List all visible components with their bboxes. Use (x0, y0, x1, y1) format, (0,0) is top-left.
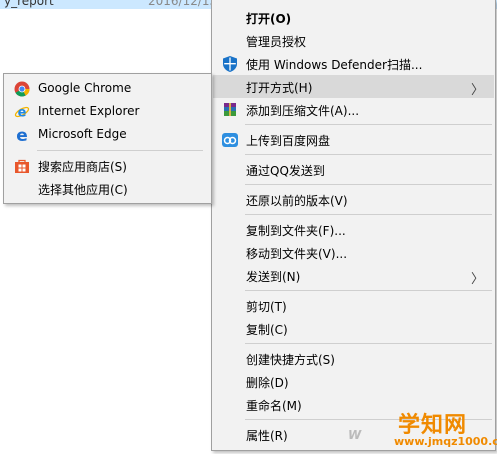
submenu-item-google-chrome[interactable]: Google Chrome (5, 77, 210, 100)
watermark-ghost-text: W (348, 428, 362, 442)
file-name: y_report (4, 0, 54, 8)
menu-item-label: 复制(C) (246, 323, 288, 337)
submenu-item-label: 选择其他应用(C) (38, 183, 128, 197)
submenu-separator (37, 150, 203, 151)
menu-item-label: 添加到压缩文件(A)... (246, 104, 360, 118)
context-menu: 打开(O) 管理员授权 使用 Windows Defender扫描... 打开方… (211, 0, 496, 451)
menu-item-open[interactable]: 打开(O) (213, 6, 494, 29)
submenu-item-label: 搜索应用商店(S) (38, 160, 127, 174)
winrar-archive-icon (221, 101, 239, 119)
menu-item-cut[interactable]: 剪切(T) (213, 294, 494, 317)
menu-item-upload-baidu[interactable]: 上传到百度网盘 (213, 128, 494, 151)
menu-item-label: 属性(R) (246, 429, 288, 443)
menu-item-send-to[interactable]: 发送到(N) 〉 (213, 264, 494, 287)
menu-item-admin-authorize[interactable]: 管理员授权 (213, 29, 494, 52)
submenu-item-choose-other-app[interactable]: 选择其他应用(C) (5, 177, 210, 200)
menu-item-create-shortcut[interactable]: 创建快捷方式(S) (213, 347, 494, 370)
chevron-right-icon: 〉 (470, 272, 484, 287)
menu-item-label: 打开(O) (246, 12, 292, 26)
menu-item-label: 打开方式(H) (246, 81, 313, 95)
open-with-submenu: Google Chrome e Internet Explorer e Micr… (3, 73, 212, 204)
menu-item-label: 发送到(N) (246, 270, 301, 284)
baidu-netdisk-icon (221, 131, 239, 149)
chevron-right-icon: 〉 (470, 83, 484, 98)
submenu-item-internet-explorer[interactable]: e Internet Explorer (5, 100, 210, 123)
menu-item-restore-previous[interactable]: 还原以前的版本(V) (213, 188, 494, 211)
menu-item-move-to-folder[interactable]: 移动到文件夹(V)... (213, 241, 494, 264)
menu-item-label: 上传到百度网盘 (246, 134, 331, 148)
menu-item-label: 复制到文件夹(F)... (246, 224, 346, 238)
menu-separator (245, 214, 492, 215)
internet-explorer-icon: e (14, 104, 30, 121)
menu-item-label: 还原以前的版本(V) (246, 194, 348, 208)
menu-item-label: 通过QQ发送到 (246, 164, 325, 178)
store-icon (14, 158, 30, 174)
chrome-icon (14, 81, 30, 97)
edge-icon: e (14, 126, 30, 146)
menu-item-label: 创建快捷方式(S) (246, 353, 335, 367)
menu-item-label: 剪切(T) (246, 300, 287, 314)
submenu-item-label: Internet Explorer (38, 104, 140, 118)
menu-item-open-with[interactable]: 打开方式(H) 〉 (213, 75, 494, 98)
menu-item-label: 移动到文件夹(V)... (246, 247, 348, 261)
menu-item-label: 使用 Windows Defender扫描... (246, 58, 423, 72)
menu-item-copy-to-folder[interactable]: 复制到文件夹(F)... (213, 218, 494, 241)
menu-item-send-via-qq[interactable]: 通过QQ发送到 (213, 158, 494, 181)
menu-separator (245, 124, 492, 125)
menu-item-copy[interactable]: 复制(C) (213, 317, 494, 340)
menu-separator (245, 343, 492, 344)
watermark-logo: 学知网 www.jmqz1000.com (388, 407, 497, 451)
svg-text:e: e (18, 106, 27, 121)
submenu-item-label: Google Chrome (38, 81, 132, 95)
submenu-item-microsoft-edge[interactable]: e Microsoft Edge (5, 123, 210, 146)
menu-separator (245, 290, 492, 291)
menu-item-label: 管理员授权 (246, 35, 307, 49)
submenu-item-label: Microsoft Edge (38, 127, 127, 141)
menu-item-label: 重命名(M) (246, 399, 302, 413)
menu-separator (245, 154, 492, 155)
menu-separator (245, 184, 492, 185)
menu-item-add-to-archive[interactable]: 添加到压缩文件(A)... (213, 98, 494, 121)
watermark-url: www.jmqz1000.com (394, 435, 497, 448)
menu-item-label: 删除(D) (246, 376, 289, 390)
menu-item-defender-scan[interactable]: 使用 Windows Defender扫描... (213, 52, 494, 75)
windows-defender-icon (221, 55, 239, 73)
menu-item-delete[interactable]: 删除(D) (213, 370, 494, 393)
svg-text:e: e (16, 127, 28, 143)
submenu-item-search-store[interactable]: 搜索应用商店(S) (5, 154, 210, 177)
